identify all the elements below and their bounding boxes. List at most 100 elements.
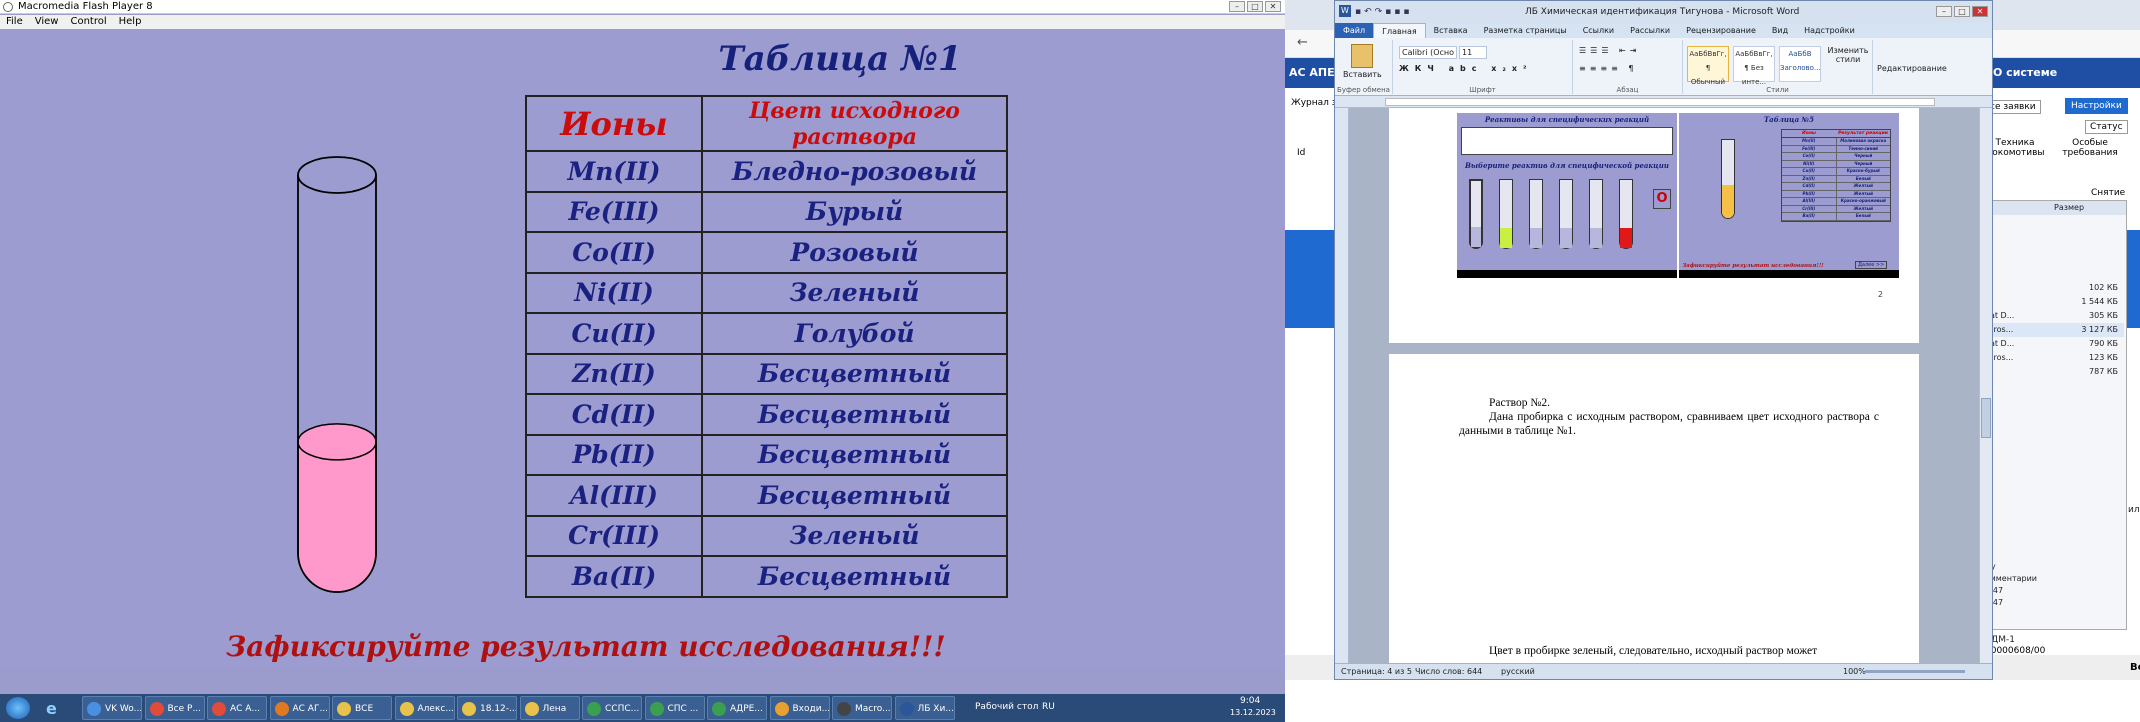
embedded-slide-reagents: Реактивы для специфических реакций Выбер… — [1457, 113, 1677, 278]
file-row[interactable]: obat D... 305 КБ — [1980, 309, 2124, 323]
minimize-button[interactable]: – — [1229, 1, 1245, 12]
paragraph-group-label: Абзац — [1616, 86, 1639, 94]
settings-button[interactable]: Настройки — [2065, 98, 2128, 114]
table5-row: Cd(II) Желтый — [1782, 183, 1890, 191]
menu-view[interactable]: View — [35, 15, 59, 29]
taskbar-item[interactable]: ВСЕ — [332, 696, 392, 720]
ion-cell: Mn(II) — [525, 150, 703, 193]
zoom-slider[interactable] — [1865, 670, 1965, 673]
taskbar-item[interactable]: ССПС... — [582, 696, 642, 720]
change-styles-button[interactable]: Изменить стили — [1827, 46, 1869, 64]
ie-icon[interactable]: e — [46, 699, 57, 718]
taskbar-item[interactable]: VK Wo... — [82, 696, 142, 720]
menu-control[interactable]: Control — [70, 15, 106, 29]
taskbar-app-icon — [462, 702, 476, 716]
language-status[interactable]: русский — [1501, 664, 1535, 680]
color-cell: Бледно-розовый — [701, 150, 1008, 193]
flash-app-icon — [3, 2, 13, 12]
ribbon-tab[interactable]: Ссылки — [1575, 23, 1622, 38]
taskbar-item-label: АДРЕ... — [730, 704, 763, 714]
vertical-scrollbar[interactable] — [1979, 108, 1992, 663]
ribbon-tab[interactable]: Разметка страницы — [1476, 23, 1575, 38]
styles-group: АаБбВвГг, ¶ Обычный АаБбВвГг, ¶ Без инте..… — [1683, 40, 1873, 94]
paste-button[interactable]: Вставить — [1343, 70, 1382, 79]
editing-button[interactable]: Редактирование — [1877, 64, 1947, 73]
menu-file[interactable]: File — [6, 15, 23, 29]
word-title-bar: W ▪↶↷▪▪▪ ЛБ Химическая идентификация Тиг… — [1335, 1, 1992, 23]
close-button[interactable]: ✕ — [1265, 1, 1281, 12]
list-buttons[interactable]: ☰☰☰ ⇤⇥ — [1579, 46, 1640, 55]
table-row: Cr(III) Зеленый — [525, 514, 1008, 557]
font-size-select[interactable]: 11 — [1459, 46, 1487, 59]
word-count[interactable]: Число слов: 644 — [1415, 664, 1482, 680]
taskbar-item[interactable]: ЛБ Хи... — [894, 696, 955, 720]
file-row[interactable]: Micros... 123 КБ — [1980, 351, 2124, 365]
desktop-label[interactable]: Рабочий стол — [975, 702, 1038, 712]
word-close-button[interactable]: ✕ — [1972, 6, 1988, 17]
scrollbar-thumb[interactable] — [1981, 398, 1991, 438]
language-indicator[interactable]: RU — [1042, 702, 1055, 712]
document-page-current[interactable]: Раствор №2. Дана пробирка с исходным рас… — [1389, 354, 1919, 664]
font-name-select[interactable]: Calibri (Осно — [1399, 46, 1457, 59]
zoom-level[interactable]: 100% — [1843, 664, 1866, 680]
taskbar-app-icon — [587, 702, 601, 716]
taskbar-app-icon — [899, 702, 914, 716]
ribbon-tab[interactable]: Рецензирование — [1678, 23, 1764, 38]
clock-time[interactable]: 9:04 — [1240, 696, 1260, 706]
editing-group: Редактирование — [1873, 40, 1947, 94]
file-row[interactable]: Micros... 3 127 КБ — [1980, 323, 2124, 337]
start-button[interactable] — [6, 697, 30, 719]
status-select[interactable]: Статус — [2085, 120, 2128, 134]
style-normal[interactable]: АаБбВвГг, ¶ Обычный — [1687, 46, 1729, 86]
taskbar-item[interactable]: АС АГ... — [269, 696, 330, 720]
taskbar-item[interactable]: 18.12-... — [457, 696, 517, 720]
about-link[interactable]: О системе — [1993, 58, 2057, 88]
file-row[interactable]: ие1 544 КБ — [1980, 295, 2124, 309]
taskbar-item[interactable]: Лена — [519, 696, 580, 720]
style-heading[interactable]: АаБбВ Заголово... — [1779, 46, 1821, 82]
file-row[interactable]: obat D... 790 КБ — [1980, 337, 2124, 351]
word-minimize-button[interactable]: – — [1936, 6, 1952, 17]
taskbar-item[interactable]: Все Р... — [144, 696, 205, 720]
taskbar-item[interactable]: Алекс... — [394, 696, 455, 720]
word-window: W ▪↶↷▪▪▪ ЛБ Химическая идентификация Тиг… — [1334, 0, 1993, 680]
file-row[interactable]: ок102 КБ — [1980, 281, 2124, 295]
ribbon-tab[interactable]: Надстройки — [1796, 23, 1863, 38]
ribbon-tab[interactable]: Файл — [1335, 23, 1374, 38]
align-buttons[interactable]: ≡≡≡≡ ¶ — [1579, 64, 1637, 73]
paste-icon[interactable] — [1351, 44, 1373, 68]
taskbar-item[interactable]: СПС ... — [644, 696, 705, 720]
slide-a-title: Реактивы для специфических реакций — [1484, 115, 1650, 124]
file-size: 1 544 КБ — [2081, 297, 2118, 306]
filter-select[interactable]: се заявки — [1985, 100, 2041, 114]
ribbon-tab[interactable]: Вставка — [1426, 23, 1476, 38]
ribbon-tab[interactable]: Рассылки — [1622, 23, 1678, 38]
quick-access-toolbar[interactable]: ▪↶↷▪▪▪ — [1355, 1, 1412, 23]
file-row[interactable]: ие787 КБ — [1980, 365, 2124, 379]
ribbon-tab[interactable]: Вид — [1764, 23, 1796, 38]
maximize-button[interactable]: □ — [1247, 1, 1263, 12]
menu-help[interactable]: Help — [119, 15, 142, 29]
table5-result: Белый — [1855, 213, 1871, 218]
taskbar-item[interactable]: Macro... — [832, 696, 892, 720]
clock-date[interactable]: 13.12.2023 — [1230, 708, 1276, 717]
flash-menu-bar: File View Control Help — [0, 15, 1285, 29]
taskbar-item-label: ЛБ Хи... — [917, 704, 954, 714]
ribbon-tab[interactable]: Главная — [1373, 23, 1426, 38]
font-format-buttons[interactable]: ЖКЧ abc x₂x² — [1399, 64, 1533, 73]
style-sample: АаБбВвГг, — [1735, 50, 1773, 58]
back-arrow-icon[interactable]: ← — [1297, 35, 1308, 50]
word-maximize-button[interactable]: □ — [1954, 6, 1970, 17]
reagent-tube-liquid — [1530, 227, 1542, 248]
style-name: ¶ Без инте... — [1741, 64, 1767, 86]
taskbar-item[interactable]: АС А... — [207, 696, 267, 720]
header-color: Цвет исходного раствора — [701, 95, 1008, 152]
table5-result: Красно-оранжевый — [1840, 198, 1886, 203]
taskbar-item[interactable]: АДРЕ... — [707, 696, 767, 720]
page-count[interactable]: Страница: 4 из 5 — [1341, 664, 1412, 680]
taskbar-item[interactable]: Входи... — [769, 696, 830, 720]
word-window-title: ЛБ Химическая идентификация Тигунова - M… — [1525, 7, 1800, 17]
table-row: Ba(II) Бесцветный — [525, 555, 1008, 598]
table5-result: Желтый — [1853, 205, 1873, 211]
style-no-spacing[interactable]: АаБбВвГг, ¶ Без инте... — [1733, 46, 1775, 86]
